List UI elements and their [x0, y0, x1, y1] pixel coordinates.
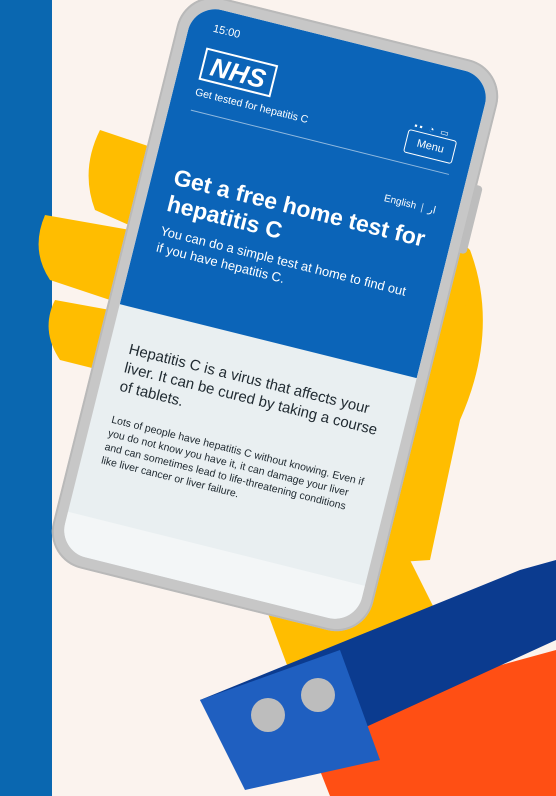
cuff-button-1 [251, 698, 285, 732]
language-english-link[interactable]: English [383, 193, 417, 212]
language-icon[interactable]: ﺍﺭ [427, 204, 437, 217]
language-separator: | [419, 202, 425, 214]
status-time: 15:00 [211, 22, 242, 42]
language-switcher: English | ﺍﺭ [383, 193, 437, 217]
cuff-button-2 [301, 678, 335, 712]
